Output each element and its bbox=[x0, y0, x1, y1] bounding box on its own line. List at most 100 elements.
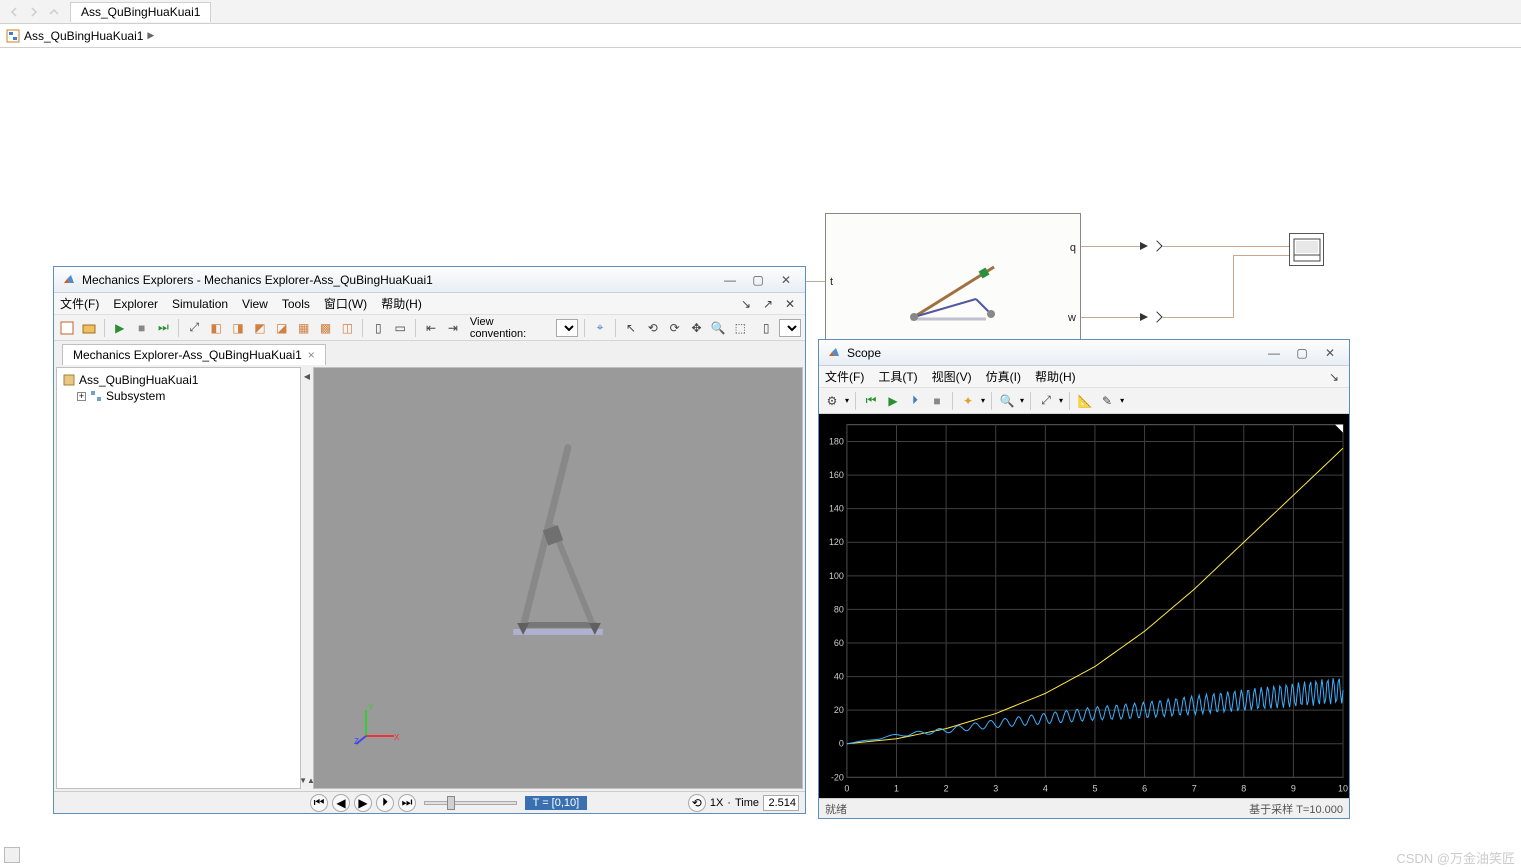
pb-loop-icon[interactable]: ⟲ bbox=[688, 794, 706, 812]
splitter-expand-icon[interactable]: ▼▲ bbox=[303, 775, 311, 785]
me-body: Ass_QuBingHuaKuai1 + Subsystem ◀ ▼▲ bbox=[54, 365, 805, 791]
menu-view[interactable]: View bbox=[242, 297, 268, 311]
menu-view[interactable]: 视图(V) bbox=[932, 368, 972, 385]
tb-pan-icon[interactable]: ✥ bbox=[688, 319, 706, 337]
tb-zoom-icon[interactable]: 🔍 bbox=[998, 392, 1016, 410]
svg-text:-20: -20 bbox=[831, 772, 844, 782]
tb-arrow-right-icon[interactable]: ⇥ bbox=[444, 319, 462, 337]
tb-step-icon[interactable]: ⏭ bbox=[155, 319, 173, 337]
time-input[interactable] bbox=[763, 795, 799, 811]
scope-plot[interactable]: 012345678910-20020406080100120140160180 bbox=[819, 414, 1349, 798]
tb-layout-icon[interactable]: ▯ bbox=[757, 319, 775, 337]
subsystem-block[interactable]: t q w bbox=[825, 213, 1081, 354]
tb-zoom-icon[interactable]: 🔍 bbox=[709, 319, 727, 337]
minimize-icon[interactable]: — bbox=[723, 273, 737, 287]
minimize-icon[interactable]: — bbox=[1267, 346, 1281, 360]
maximize-icon[interactable]: ▢ bbox=[751, 273, 765, 287]
pb-last-icon[interactable]: ⏭ bbox=[398, 794, 416, 812]
tab-close-icon[interactable]: × bbox=[308, 348, 315, 362]
menu-help[interactable]: 帮助(H) bbox=[381, 295, 422, 312]
splitter[interactable]: ◀ ▼▲ bbox=[303, 365, 311, 791]
breadcrumb-item[interactable]: Ass_QuBingHuaKuai1 bbox=[24, 29, 143, 43]
menu-tools[interactable]: Tools bbox=[282, 297, 310, 311]
tb-split1-icon[interactable]: ▯ bbox=[369, 319, 387, 337]
arrowhead-open-icon bbox=[1151, 311, 1162, 322]
3d-viewport[interactable]: Y X Z bbox=[313, 367, 803, 789]
tree-root-item[interactable]: Ass_QuBingHuaKuai1 bbox=[61, 372, 296, 388]
tb-open-icon[interactable] bbox=[80, 319, 98, 337]
svg-text:1: 1 bbox=[894, 783, 899, 793]
menu-simulation[interactable]: Simulation bbox=[172, 297, 228, 311]
bottom-tab-icon[interactable] bbox=[4, 847, 20, 863]
close-icon[interactable]: ✕ bbox=[1323, 346, 1337, 360]
subsystem-preview-icon bbox=[876, 249, 1036, 329]
menu-explorer[interactable]: Explorer bbox=[113, 297, 158, 311]
tb-stop-icon[interactable]: ■ bbox=[928, 392, 946, 410]
view-convention-select[interactable] bbox=[556, 319, 578, 337]
tb-measure-icon[interactable]: 📐 bbox=[1076, 392, 1094, 410]
pb-first-icon[interactable]: ⏮ bbox=[310, 794, 328, 812]
tb-cursor-icon[interactable]: ✎ bbox=[1098, 392, 1116, 410]
tb-arrow-left-icon[interactable]: ⇤ bbox=[422, 319, 440, 337]
undock-icon[interactable]: ↗ bbox=[759, 295, 777, 313]
port-label-q: q bbox=[1070, 242, 1076, 254]
tb-fit-icon[interactable]: ⤢ bbox=[185, 319, 203, 337]
me-tab[interactable]: Mechanics Explorer-Ass_QuBingHuaKuai1 × bbox=[62, 344, 326, 365]
tb-stepfwd-icon[interactable]: ⏵ bbox=[906, 392, 924, 410]
scope-titlebar[interactable]: Scope — ▢ ✕ bbox=[819, 340, 1349, 366]
splitter-collapse-icon[interactable]: ◀ bbox=[303, 371, 311, 381]
menu-file[interactable]: 文件(F) bbox=[825, 368, 864, 385]
tb-cube1-icon[interactable]: ◧ bbox=[207, 319, 225, 337]
tb-pointer-icon[interactable]: ↖ bbox=[622, 319, 640, 337]
menu-tools[interactable]: 工具(T) bbox=[878, 368, 917, 385]
tb-cube5-icon[interactable]: ▦ bbox=[295, 319, 313, 337]
pb-play-icon[interactable]: ▶ bbox=[354, 794, 372, 812]
me-titlebar[interactable]: Mechanics Explorers - Mechanics Explorer… bbox=[54, 267, 805, 293]
wire bbox=[1081, 246, 1141, 247]
tb-split2-icon[interactable]: ▭ bbox=[391, 319, 409, 337]
menu-simulation[interactable]: 仿真(I) bbox=[986, 368, 1021, 385]
tb-cube7-icon[interactable]: ◫ bbox=[339, 319, 357, 337]
tb-highlight-icon[interactable]: ✦ bbox=[959, 392, 977, 410]
tb-camera-icon[interactable]: ⌖ bbox=[591, 319, 609, 337]
dock-icon[interactable]: ↘ bbox=[737, 295, 755, 313]
tb-cube3-icon[interactable]: ◩ bbox=[251, 319, 269, 337]
tree-expand-icon[interactable]: + bbox=[77, 392, 86, 401]
mechanics-explorer-window[interactable]: Mechanics Explorers - Mechanics Explorer… bbox=[53, 266, 806, 814]
menu-file[interactable]: 文件(F) bbox=[60, 295, 99, 312]
tb-cube4-icon[interactable]: ◪ bbox=[273, 319, 291, 337]
nav-fwd-icon[interactable] bbox=[26, 4, 42, 20]
speed-label[interactable]: 1X bbox=[710, 797, 723, 809]
pb-next-icon[interactable]: ⏵ bbox=[376, 794, 394, 812]
tb-zoomregion-icon[interactable]: ⬚ bbox=[731, 319, 749, 337]
scope-window[interactable]: Scope — ▢ ✕ 文件(F) 工具(T) 视图(V) 仿真(I) 帮助(H… bbox=[818, 339, 1350, 819]
tb-roll-icon[interactable]: ⟳ bbox=[666, 319, 684, 337]
arrowhead-icon bbox=[1140, 242, 1148, 250]
model-tab[interactable]: Ass_QuBingHuaKuai1 bbox=[70, 2, 211, 22]
undock-icon[interactable]: ↘ bbox=[1325, 368, 1343, 386]
close-icon[interactable]: ✕ bbox=[779, 273, 793, 287]
nav-back-icon[interactable] bbox=[6, 4, 22, 20]
menu-help[interactable]: 帮助(H) bbox=[1035, 368, 1076, 385]
close-panel-icon[interactable]: ✕ bbox=[781, 295, 799, 313]
tb-stepback-icon[interactable]: ⏮ bbox=[862, 392, 880, 410]
maximize-icon[interactable]: ▢ bbox=[1295, 346, 1309, 360]
scope-block[interactable] bbox=[1289, 233, 1324, 266]
tb-cube2-icon[interactable]: ◨ bbox=[229, 319, 247, 337]
tb-newmodel-icon[interactable] bbox=[58, 319, 76, 337]
tb-stop-icon[interactable]: ■ bbox=[133, 319, 151, 337]
tree-child-item[interactable]: + Subsystem bbox=[61, 388, 296, 404]
tb-rotate-icon[interactable]: ⟲ bbox=[644, 319, 662, 337]
tb-cube6-icon[interactable]: ▩ bbox=[317, 319, 335, 337]
tb-run-icon[interactable]: ▶ bbox=[884, 392, 902, 410]
time-slider[interactable] bbox=[424, 796, 517, 810]
tb-autoscale-icon[interactable]: ⤢ bbox=[1037, 392, 1055, 410]
nav-up-icon[interactable] bbox=[46, 4, 62, 20]
tb-settings-icon[interactable]: ⚙ bbox=[823, 392, 841, 410]
pb-prev-icon[interactable]: ◀ bbox=[332, 794, 350, 812]
menu-window[interactable]: 窗口(W) bbox=[324, 295, 367, 312]
model-tree[interactable]: Ass_QuBingHuaKuai1 + Subsystem bbox=[56, 367, 301, 789]
tb-play-icon[interactable]: ▶ bbox=[111, 319, 129, 337]
me-menubar: 文件(F) Explorer Simulation View Tools 窗口(… bbox=[54, 293, 805, 315]
tb-layout-select[interactable] bbox=[779, 319, 801, 337]
